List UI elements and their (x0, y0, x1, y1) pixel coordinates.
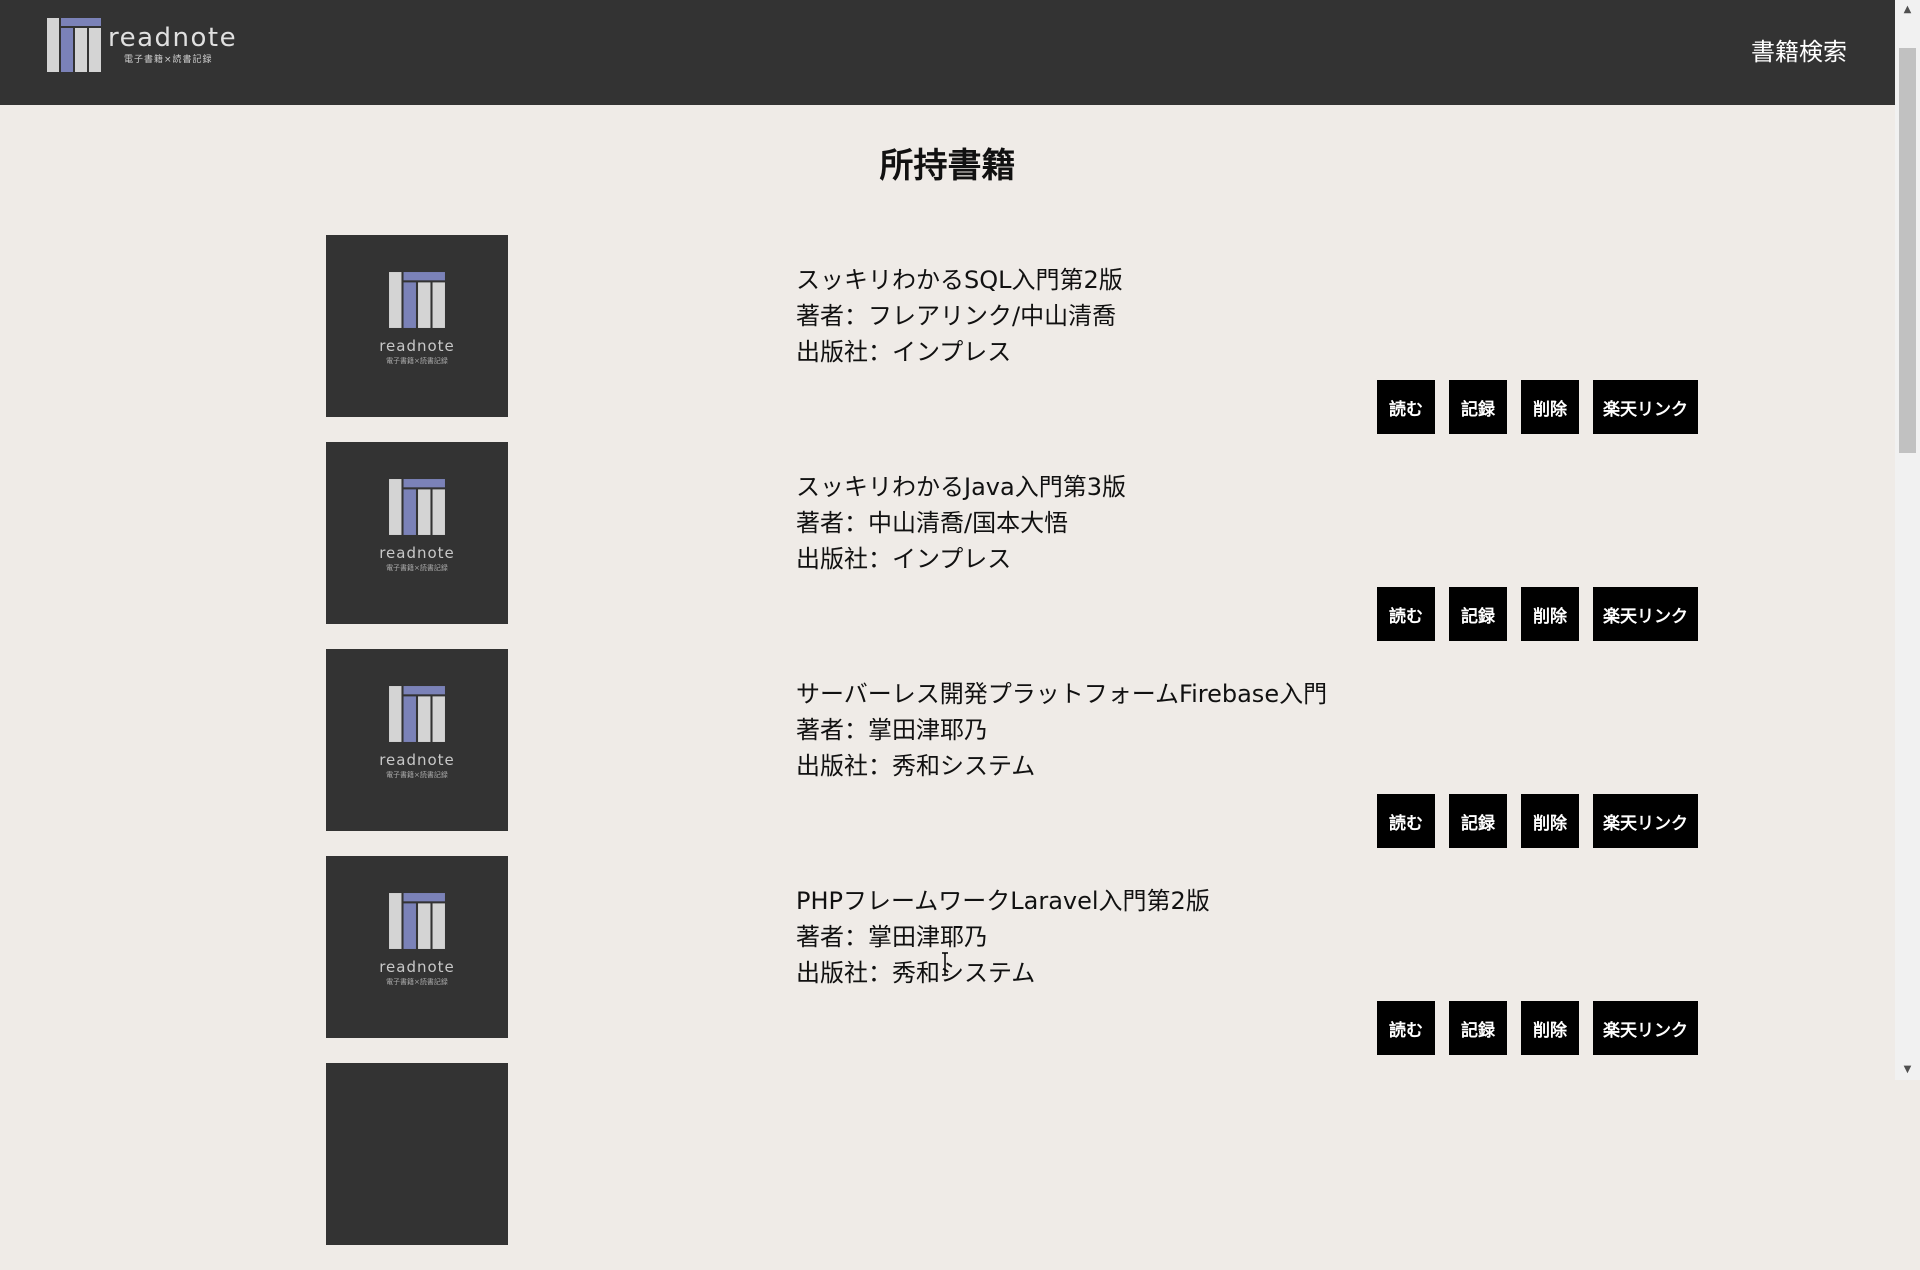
book-publisher: 出版社：秀和システム (796, 752, 1036, 780)
cover-subtitle: 電子書籍×読書記録 (386, 357, 448, 365)
book-item (0, 1063, 1895, 1270)
rakuten-link-button[interactable]: 楽天リンク (1593, 587, 1698, 641)
book-author: 著者：掌田津耶乃 (796, 716, 988, 744)
cover-text: readnote (379, 751, 455, 769)
book-cover[interactable]: readnote 電子書籍×読書記録 (326, 442, 508, 624)
rakuten-link-button[interactable]: 楽天リンク (1593, 380, 1698, 434)
rakuten-link-button[interactable]: 楽天リンク (1593, 794, 1698, 848)
vertical-scrollbar[interactable]: ▲ ▼ (1895, 0, 1920, 1080)
read-button[interactable]: 読む (1377, 380, 1435, 434)
record-button[interactable]: 記録 (1449, 380, 1507, 434)
delete-button[interactable]: 削除 (1521, 794, 1579, 848)
book-cover[interactable]: readnote 電子書籍×読書記録 (326, 649, 508, 831)
book-list: readnote 電子書籍×読書記録 スッキリわかるSQL入門第2版 著者：フレ… (0, 235, 1895, 1270)
cover-subtitle: 電子書籍×読書記録 (386, 978, 448, 986)
book-title: サーバーレス開発プラットフォームFirebase入門 (796, 680, 1328, 708)
cover-text: readnote (379, 337, 455, 355)
scrollbar-thumb[interactable] (1899, 48, 1916, 453)
book-info: PHPフレームワークLaravel入門第2版 著者：掌田津耶乃 出版社：秀和シス… (796, 883, 1210, 991)
logo-subtitle: 電子書籍×読書記録 (124, 55, 213, 65)
book-title: スッキリわかるSQL入門第2版 (796, 266, 1123, 294)
book-publisher: 出版社：インプレス (796, 338, 1012, 366)
book-cover[interactable]: readnote 電子書籍×読書記録 (326, 856, 508, 1038)
book-cover[interactable]: readnote 電子書籍×読書記録 (326, 235, 508, 417)
book-title: スッキリわかるJava入門第3版 (796, 473, 1126, 501)
book-cover[interactable] (326, 1063, 508, 1245)
book-info: スッキリわかるSQL入門第2版 著者：フレアリンク/中山清喬 出版社：インプレス (796, 262, 1123, 370)
book-author: 著者：掌田津耶乃 (796, 923, 988, 951)
read-button[interactable]: 読む (1377, 587, 1435, 641)
book-cover-placeholder-icon (389, 479, 445, 535)
cover-subtitle: 電子書籍×読書記録 (386, 771, 448, 779)
readnote-logo-icon (47, 18, 101, 72)
readnote-logo[interactable]: readnote 電子書籍×読書記録 (46, 17, 236, 77)
delete-button[interactable]: 削除 (1521, 587, 1579, 641)
book-author: 著者：フレアリンク/中山清喬 (796, 302, 1117, 330)
rakuten-link-button[interactable]: 楽天リンク (1593, 1001, 1698, 1055)
cover-text: readnote (379, 958, 455, 976)
book-actions: 読む 記録 削除 楽天リンク (1377, 587, 1698, 641)
page-title: 所持書籍 (879, 146, 1016, 186)
read-button[interactable]: 読む (1377, 1001, 1435, 1055)
book-cover-placeholder-icon (389, 686, 445, 742)
logo-text: readnote (108, 23, 238, 53)
book-info: スッキリわかるJava入門第3版 著者：中山清喬/国本大悟 出版社：インプレス (796, 469, 1126, 577)
book-item: readnote 電子書籍×読書記録 スッキリわかるSQL入門第2版 著者：フレ… (0, 235, 1895, 442)
record-button[interactable]: 記録 (1449, 794, 1507, 848)
scroll-down-icon[interactable]: ▼ (1895, 1060, 1920, 1080)
book-actions: 読む 記録 削除 楽天リンク (1377, 380, 1698, 434)
book-actions: 読む 記録 削除 楽天リンク (1377, 1001, 1698, 1055)
text-cursor-icon (942, 952, 948, 976)
cover-text: readnote (379, 544, 455, 562)
book-cover-placeholder-icon (389, 272, 445, 328)
book-author: 著者：中山清喬/国本大悟 (796, 509, 1069, 537)
record-button[interactable]: 記録 (1449, 587, 1507, 641)
book-publisher: 出版社：秀和システム (796, 959, 1036, 987)
site-header: readnote 電子書籍×読書記録 書籍検索 (0, 0, 1895, 105)
read-button[interactable]: 読む (1377, 794, 1435, 848)
book-publisher: 出版社：インプレス (796, 545, 1012, 573)
record-button[interactable]: 記録 (1449, 1001, 1507, 1055)
delete-button[interactable]: 削除 (1521, 380, 1579, 434)
book-actions: 読む 記録 削除 楽天リンク (1377, 794, 1698, 848)
delete-button[interactable]: 削除 (1521, 1001, 1579, 1055)
book-search-link[interactable]: 書籍検索 (1751, 32, 1847, 67)
cover-subtitle: 電子書籍×読書記録 (386, 564, 448, 572)
book-title: PHPフレームワークLaravel入門第2版 (796, 887, 1210, 915)
book-cover-placeholder-icon (389, 893, 445, 949)
scroll-up-icon[interactable]: ▲ (1895, 0, 1920, 20)
book-info: サーバーレス開発プラットフォームFirebase入門 著者：掌田津耶乃 出版社：… (796, 676, 1327, 784)
book-item: readnote 電子書籍×読書記録 サーバーレス開発プラットフォームFireb… (0, 649, 1895, 856)
book-item: readnote 電子書籍×読書記録 スッキリわかるJava入門第3版 著者：中… (0, 442, 1895, 649)
